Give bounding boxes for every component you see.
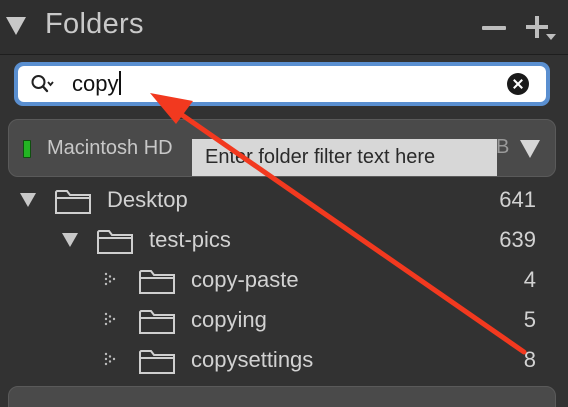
tree-row-count: 4 xyxy=(523,267,536,292)
tree-row-count: 5 xyxy=(523,307,536,332)
volume-name: Macintosh HD xyxy=(47,137,173,159)
collapse-triangle-icon[interactable] xyxy=(6,17,26,35)
tree-row-label: copying xyxy=(191,307,267,332)
folder-filter-field[interactable]: copy xyxy=(18,66,546,102)
dotted-arrow-icon xyxy=(104,312,116,326)
tree-row-copy-paste[interactable]: copy-paste 4 xyxy=(0,260,568,300)
chevron-down-icon xyxy=(546,34,556,40)
folder-icon xyxy=(97,230,133,254)
tree-row-label: copysettings xyxy=(191,347,314,372)
folder-icon xyxy=(55,190,91,214)
folder-icon xyxy=(139,310,175,334)
dotted-arrow-icon xyxy=(104,272,116,286)
tree-row-label: Desktop xyxy=(107,187,188,212)
volume-size-suffix: B xyxy=(496,136,510,158)
clear-search-icon[interactable] xyxy=(507,73,529,95)
tree-row-count: 639 xyxy=(499,227,536,252)
search-input[interactable]: copy xyxy=(72,69,122,99)
folder-icon xyxy=(139,270,175,294)
tree-row-desktop[interactable]: Desktop 641 xyxy=(0,180,568,220)
search-input-value: copy xyxy=(72,71,119,96)
tree-row-count: 8 xyxy=(523,347,536,372)
disclosure-triangle-icon[interactable] xyxy=(20,193,36,207)
volume-disclosure-triangle-icon[interactable] xyxy=(520,140,540,158)
folder-icon xyxy=(139,350,175,374)
disclosure-triangle-icon[interactable] xyxy=(62,233,78,247)
panel-title: Folders xyxy=(45,8,144,40)
tree-row-copysettings[interactable]: copysettings 8 xyxy=(0,340,568,380)
tree-row-label: copy-paste xyxy=(191,267,299,292)
folders-panel: Folders copy Macintosh HD B Desktop 641 … xyxy=(0,0,568,407)
add-folder-button[interactable] xyxy=(524,12,556,42)
search-icon[interactable] xyxy=(30,73,54,97)
volume-status-indicator xyxy=(23,140,31,158)
header-divider xyxy=(0,54,568,55)
plus-icon-vertical xyxy=(535,16,539,38)
dotted-arrow-icon xyxy=(104,352,116,366)
filter-tooltip: Enter folder filter text here xyxy=(192,139,497,176)
tree-row-label: test-pics xyxy=(149,227,231,252)
remove-folder-button[interactable] xyxy=(482,26,506,30)
text-cursor xyxy=(119,71,122,95)
folders-header[interactable]: Folders xyxy=(0,0,568,54)
tree-row-count: 641 xyxy=(499,187,536,212)
tree-row-copying[interactable]: copying 5 xyxy=(0,300,568,340)
tree-row-test-pics[interactable]: test-pics 639 xyxy=(0,220,568,260)
volume-row-partial[interactable] xyxy=(8,386,556,407)
